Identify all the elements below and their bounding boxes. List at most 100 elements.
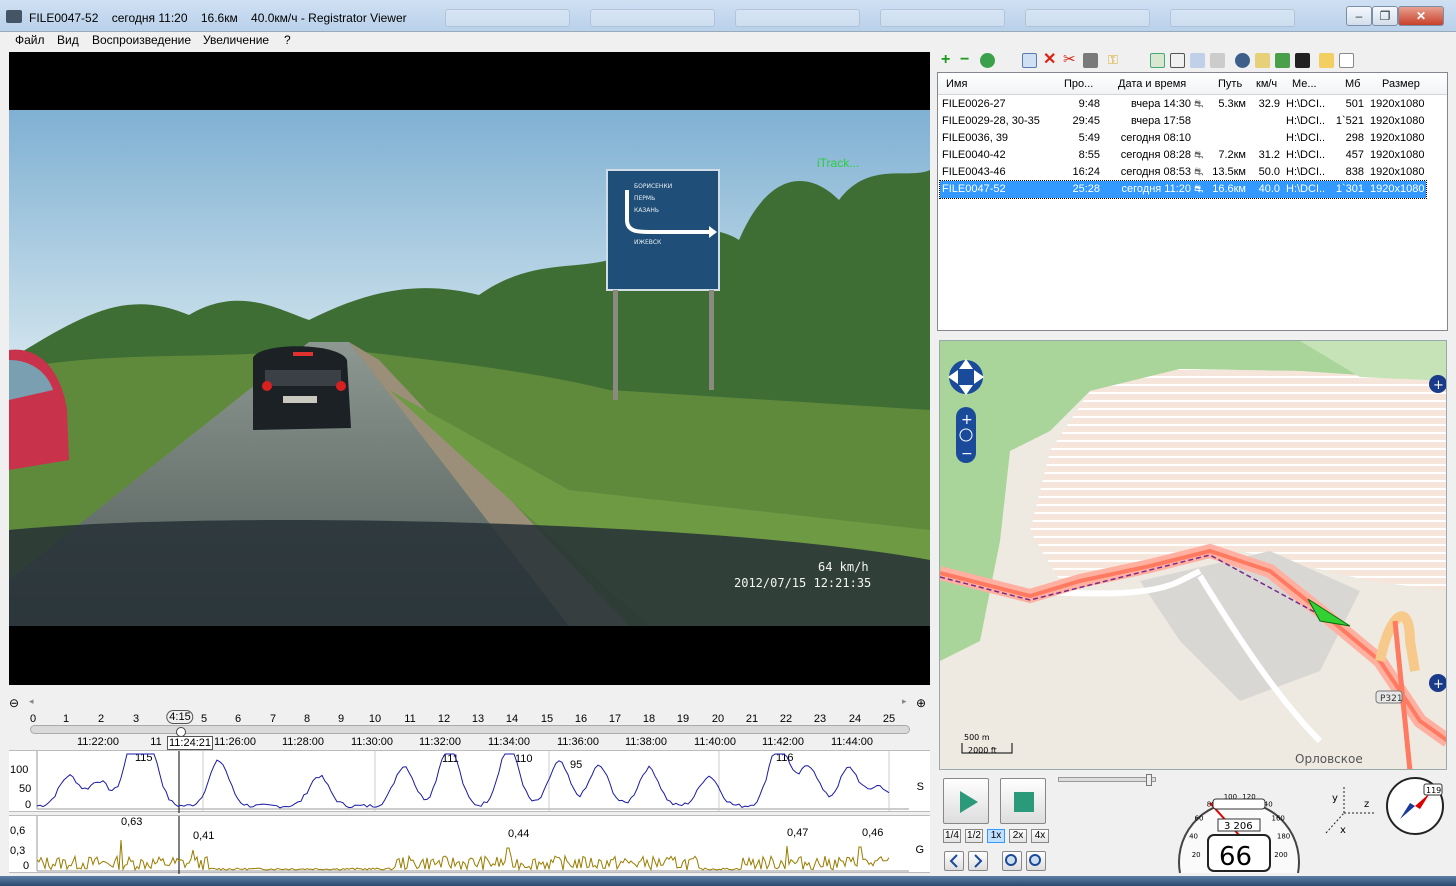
rate-button[interactable]: 4x <box>1031 829 1049 843</box>
clock-tick: 11:40:00 <box>693 736 737 748</box>
zoom-out-button[interactable] <box>1002 851 1022 871</box>
clock-tick: 11:26:00 <box>213 736 257 748</box>
cell-date: сегодня 11:20 <box>1121 183 1191 195</box>
timeline[interactable]: ⊖ ◂ ▸ ⊕ 0 1 2 3 4:15 5 6 7 8 9 10 11 12 13 14 15 16 17 18 1… <box>9 694 930 750</box>
dial-label: 180 <box>1277 833 1290 841</box>
minute-tick: 16 <box>574 713 588 725</box>
doc-icon[interactable] <box>1255 53 1270 68</box>
cell-size: 1920x1080 <box>1370 183 1425 195</box>
menu-zoom[interactable]: Увеличение <box>203 33 269 47</box>
globe-icon[interactable] <box>1235 53 1250 68</box>
clock-tick: 11:36:00 <box>556 736 600 748</box>
file-row[interactable]: FILE0026-27 9:48 вчера 14:30 5.3км 32.9 H:\DC… <box>940 96 1426 113</box>
g-sensor-graph[interactable]: 0,6 0,3 0 G 0,63 0,41 0,44 0,47 0,46 <box>9 815 930 874</box>
route-map[interactable]: Р321 Орловское 500 m 2000 ft + − + + <box>939 340 1447 770</box>
speed-graph[interactable]: 100 50 0 S 115 111 110 95 116 <box>9 750 930 813</box>
speedometer: 20406080100120140160180200 3 206 66 <box>1178 793 1300 874</box>
zoom-in-icon[interactable]: ⊕ <box>916 696 926 710</box>
scroll-right-icon[interactable]: ▸ <box>902 696 907 707</box>
file-row[interactable]: FILE0047-52 25:28 сегодня 11:20 16.6км 40.0 H… <box>939 180 1427 199</box>
timeline-track[interactable] <box>30 725 910 737</box>
minimize-button[interactable]: – <box>1346 6 1372 26</box>
rate-button[interactable]: 1x <box>987 829 1005 843</box>
scroll-left-icon[interactable]: ◂ <box>29 696 34 707</box>
minute-tick: 17 <box>608 713 622 725</box>
taskbar-ghost <box>445 9 570 27</box>
frame-icon[interactable] <box>1170 53 1185 68</box>
sign-text: ПЕРМЬ <box>634 195 655 202</box>
col-mb[interactable]: Мб <box>1345 78 1360 90</box>
minute-tick: 23 <box>813 713 827 725</box>
speed-plot <box>36 751 909 813</box>
gps-track-icon: ⛐ <box>1194 166 1204 178</box>
rate-button[interactable]: 1/2 <box>965 829 983 843</box>
col-speed[interactable]: км/ч <box>1256 78 1277 90</box>
add-icon[interactable]: + <box>941 52 956 68</box>
g-plot <box>36 816 909 874</box>
next-frame-button[interactable] <box>968 851 988 871</box>
minute-tick: 14 <box>505 713 519 725</box>
prev-frame-button[interactable] <box>944 851 964 871</box>
col-media[interactable]: Ме... <box>1292 78 1317 90</box>
layers-icon[interactable] <box>1190 53 1205 68</box>
file-row[interactable]: FILE0036, 39 5:49 сегодня 08:10 H:\DCI.. 298… <box>940 130 1426 147</box>
col-duration[interactable]: Про... <box>1064 78 1093 90</box>
close-button[interactable]: ✕ <box>1398 6 1444 26</box>
file-row[interactable]: FILE0029-28, 30-35 29:45 вчера 17:58 H:\DCI… <box>940 113 1426 130</box>
col-resolution[interactable]: Размер <box>1382 78 1420 90</box>
video-player[interactable]: БОРИСЕНКИ ПЕРМЬ КАЗАНЬ ИЖЕВСК iTrack... … <box>9 52 930 685</box>
axis-z: z <box>1364 799 1369 810</box>
key-icon[interactable]: ⚿ <box>1108 53 1123 68</box>
menu-view[interactable]: Вид <box>57 33 79 47</box>
expand-map-icon[interactable]: + <box>1429 375 1447 393</box>
svg-text:+: + <box>1433 378 1444 393</box>
cut-icon[interactable]: ✂ <box>1063 52 1078 68</box>
film-icon[interactable] <box>1295 53 1310 68</box>
chevron-left-icon <box>949 854 958 868</box>
col-path[interactable]: Путь <box>1218 78 1242 90</box>
image-icon[interactable] <box>1275 53 1290 68</box>
heading-value: 119 <box>1426 786 1441 795</box>
stop-button[interactable] <box>1000 778 1046 824</box>
menu-file[interactable]: Файл <box>15 33 45 47</box>
volume-slider[interactable] <box>1058 774 1156 786</box>
cell-date: сегодня 08:28 <box>1120 149 1191 161</box>
zoom-in-button[interactable] <box>1026 851 1046 871</box>
app-icon <box>6 10 22 23</box>
file-list[interactable]: Имя Про... Дата и время Путь км/ч Ме... … <box>937 72 1448 331</box>
settings-icon[interactable] <box>1210 53 1225 68</box>
refresh-icon[interactable] <box>980 53 995 68</box>
col-datetime[interactable]: Дата и время <box>1118 78 1186 90</box>
taskbar-ghost <box>590 9 715 27</box>
remove-icon[interactable]: − <box>960 52 975 68</box>
taskbar-ghost <box>1170 9 1295 27</box>
copy-icon[interactable] <box>1022 53 1037 68</box>
cell-media: H:\DCI.. <box>1286 149 1326 161</box>
delete-icon[interactable]: ✕ <box>1043 52 1058 68</box>
rate-button[interactable]: 1/4 <box>943 829 961 843</box>
save-icon[interactable] <box>1083 53 1098 68</box>
minute-tick: 21 <box>745 713 759 725</box>
minute-tick: 12 <box>437 713 451 725</box>
export-icon[interactable] <box>1150 53 1165 68</box>
minute-tick: 4:15 <box>166 710 194 724</box>
sign-text: БОРИСЕНКИ <box>634 183 672 190</box>
folder-icon[interactable] <box>1319 53 1334 68</box>
file-icon[interactable] <box>1339 53 1354 68</box>
svg-text:+: + <box>961 412 973 428</box>
menu-help[interactable]: ? <box>284 33 291 47</box>
play-button[interactable] <box>943 778 989 824</box>
gps-track-icon: ⛐ <box>1194 98 1204 110</box>
maximize-button[interactable]: ❐ <box>1372 6 1398 26</box>
zoom-out-icon[interactable]: ⊖ <box>9 696 19 710</box>
minute-tick: 19 <box>676 713 690 725</box>
col-name[interactable]: Имя <box>946 78 967 90</box>
speed-overlay: 64 km/h <box>818 560 869 574</box>
expand-map-icon[interactable]: + <box>1429 674 1447 692</box>
zoom-slider[interactable]: + − <box>956 407 976 463</box>
file-row[interactable]: FILE0043-46 16:24 сегодня 08:53 13.5км 50.0 H… <box>940 164 1426 181</box>
menu-playback[interactable]: Воспроизведение <box>92 33 191 47</box>
file-row[interactable]: FILE0040-42 8:55 сегодня 08:28 7.2км 31.2 H:\… <box>940 147 1426 164</box>
rate-button[interactable]: 2x <box>1009 829 1027 843</box>
sign-text: КАЗАНЬ <box>634 207 659 214</box>
